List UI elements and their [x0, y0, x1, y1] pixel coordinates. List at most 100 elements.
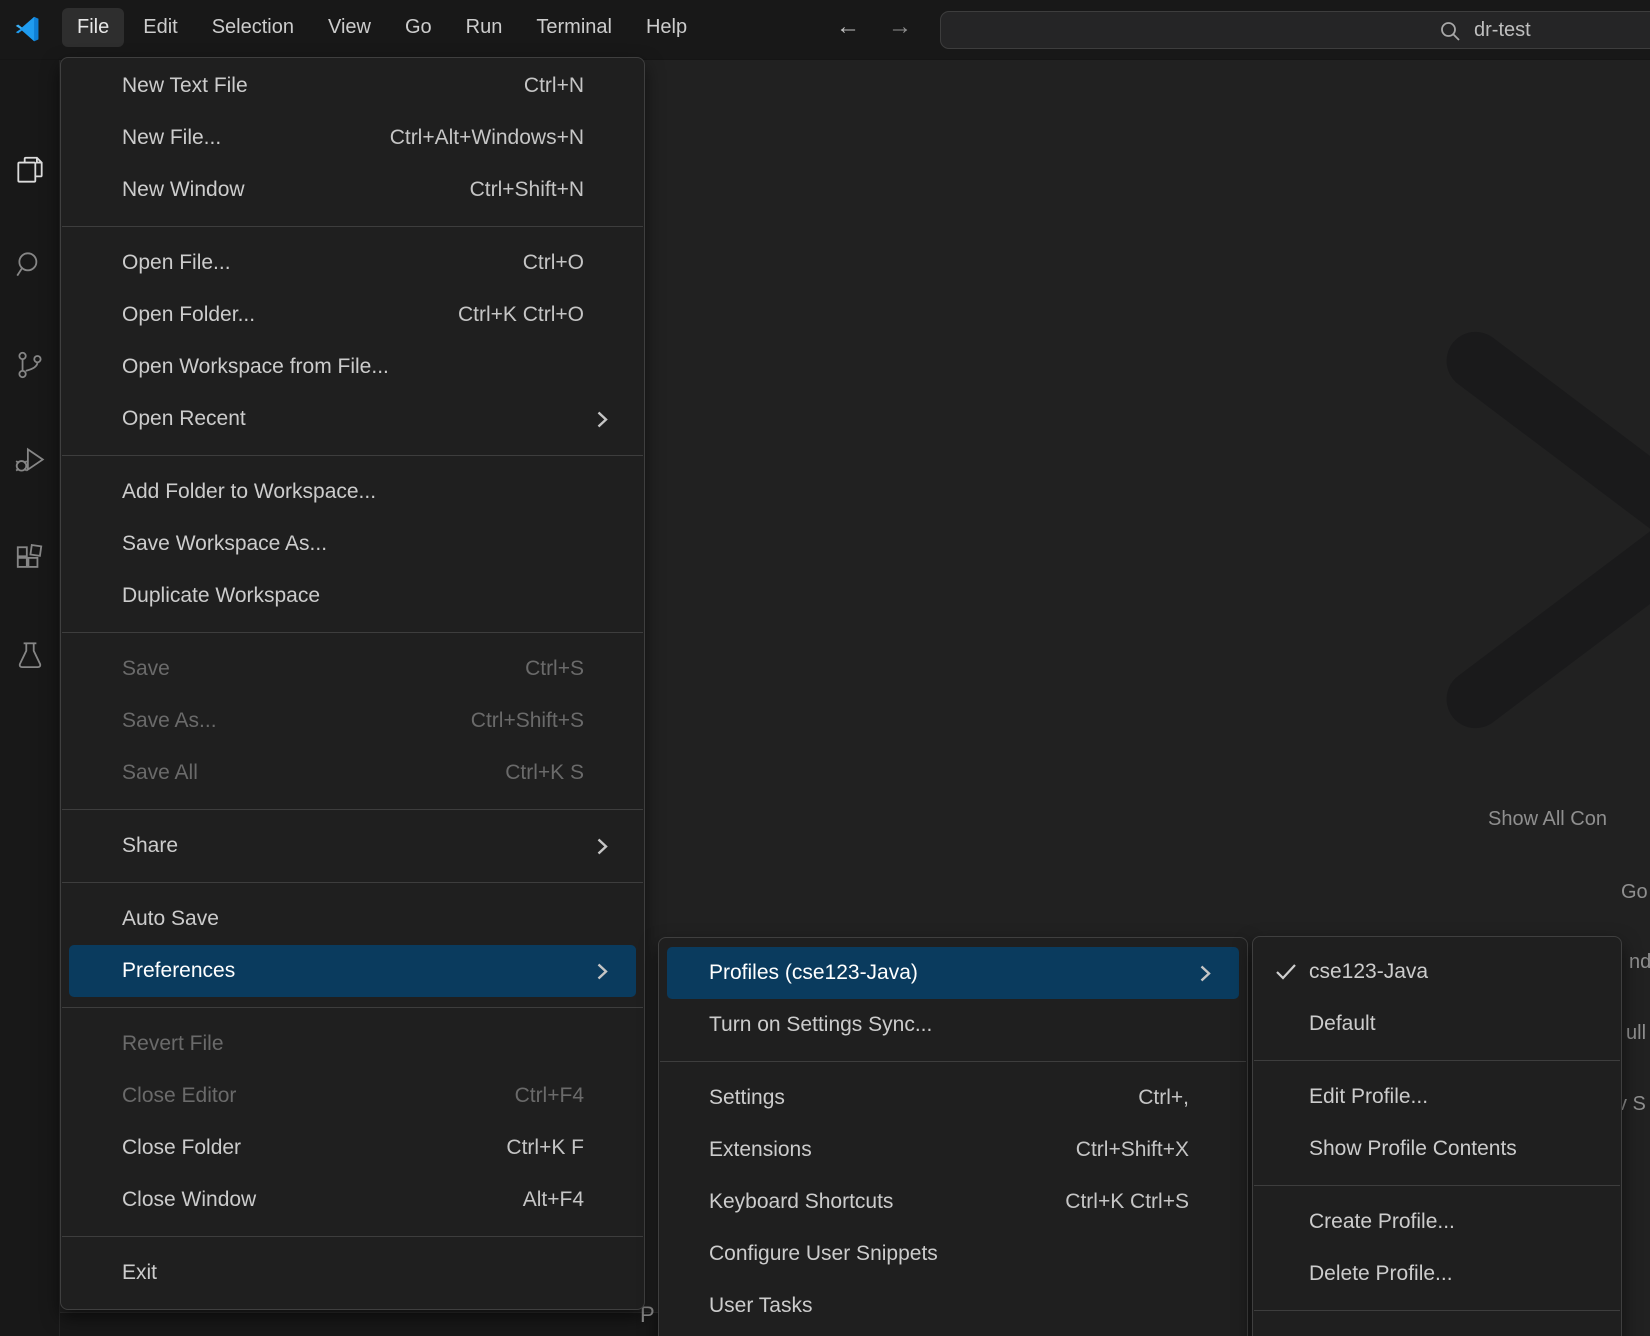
menu-item-edit-profile[interactable]: Edit Profile...	[1261, 1071, 1613, 1123]
menu-item-new-file[interactable]: New File... Ctrl+Alt+Windows+N	[69, 112, 636, 164]
profiles-submenu: cse123-JavaDefault Edit Profile...Show Pr…	[1252, 936, 1622, 1336]
command-center-search[interactable]: dr-test	[940, 11, 1650, 49]
menu-item-save-workspace-as[interactable]: Save Workspace As...	[69, 518, 636, 570]
menu-item-close-folder[interactable]: Close FolderCtrl+K F	[69, 1122, 636, 1174]
menu-item-shortcut: Ctrl+K Ctrl+S	[1065, 1190, 1189, 1214]
menu-item-shortcut: Ctrl+Shift+S	[471, 709, 584, 733]
menu-item-shortcut: Ctrl+Shift+N	[470, 178, 584, 202]
menubar-item-run[interactable]: Run	[451, 8, 518, 47]
menu-item-delete-profile[interactable]: Delete Profile...	[1261, 1248, 1613, 1300]
chevron-right-icon	[1199, 963, 1212, 990]
menubar: FileEditSelectionViewGoRunTerminalHelp	[62, 8, 702, 47]
menu-item-shortcut: Ctrl+N	[524, 74, 584, 98]
activity-run-debug-icon[interactable]	[13, 443, 47, 477]
menu-separator	[62, 1236, 643, 1237]
menubar-item-edit[interactable]: Edit	[128, 8, 192, 47]
menu-separator	[660, 1061, 1246, 1062]
menu-item-close-editor: Close Editor Ctrl+F4	[69, 1070, 636, 1122]
menu-item-extensions[interactable]: Extensions Ctrl+Shift+X	[667, 1124, 1239, 1176]
menu-separator	[1254, 1060, 1620, 1061]
menu-item-show-profile-contents[interactable]: Show Profile Contents	[1261, 1123, 1613, 1175]
menubar-item-go[interactable]: Go	[390, 8, 447, 47]
activity-extensions-icon[interactable]	[13, 543, 47, 577]
menu-item-new-window[interactable]: New Window Ctrl+Shift+N	[69, 164, 636, 216]
menubar-item-view[interactable]: View	[313, 8, 386, 47]
menu-item-open-file[interactable]: Open File... Ctrl+O	[69, 237, 636, 289]
activity-bar	[0, 60, 60, 1336]
menu-item-shortcut: Ctrl+,	[1138, 1086, 1189, 1110]
menu-item-configure-user-snippets[interactable]: Configure User Snippets	[667, 1228, 1239, 1280]
menu-item-close-window[interactable]: Close Window Alt+F4	[69, 1174, 636, 1226]
chevron-right-icon	[596, 409, 609, 436]
menu-item-share[interactable]: Share	[69, 820, 636, 872]
menu-item-keyboard-shortcuts[interactable]: Keyboard Shortcuts Ctrl+K Ctrl+S	[667, 1176, 1239, 1228]
menu-item-label: Extensions	[709, 1138, 812, 1162]
activity-source-control-icon[interactable]	[13, 348, 47, 382]
activity-explorer-files-icon[interactable]	[13, 153, 47, 187]
menu-item-shortcut: Ctrl+F4	[515, 1084, 584, 1108]
file-menu: New Text FileCtrl+N New File... Ctrl+Alt+W…	[60, 57, 645, 1310]
menu-item-save: SaveCtrl+S	[69, 643, 636, 695]
menu-item-label: Open Workspace from File...	[122, 355, 389, 379]
nav-back-arrow[interactable]: ←	[836, 13, 860, 41]
menu-item-label: Close Editor	[122, 1084, 236, 1108]
menubar-item-selection[interactable]: Selection	[197, 8, 309, 47]
menu-item-shortcut: Ctrl+Shift+X	[1076, 1138, 1189, 1162]
menu-item-new-text-file[interactable]: New Text FileCtrl+N	[69, 60, 636, 112]
menu-item-label: Keyboard Shortcuts	[709, 1190, 893, 1214]
menu-item-label: New File...	[122, 126, 221, 150]
menu-item-shortcut: Alt+F4	[523, 1188, 584, 1212]
menu-separator	[62, 882, 643, 883]
menu-separator	[62, 1007, 643, 1008]
menu-item-label: Share	[122, 834, 178, 858]
menu-item-settings[interactable]: Settings Ctrl+,	[667, 1072, 1239, 1124]
menu-item-save-as: Save As... Ctrl+Shift+S	[69, 695, 636, 747]
menu-item-preferences[interactable]: Preferences	[69, 945, 636, 997]
chevron-right-icon	[596, 961, 609, 988]
menu-item-label: Configure User Snippets	[709, 1242, 938, 1266]
menu-item-label: Delete Profile...	[1309, 1262, 1453, 1286]
menu-item-profiles-cse123-java[interactable]: Profiles (cse123-Java)	[667, 947, 1239, 999]
menu-item-label: Close Folder	[122, 1136, 241, 1160]
menu-item-turn-on-settings-sync[interactable]: Turn on Settings Sync...	[667, 999, 1239, 1051]
menu-item-add-folder-to-workspace[interactable]: Add Folder to Workspace...	[69, 466, 636, 518]
menu-item-label: Save As...	[122, 709, 217, 733]
nav-forward-arrow[interactable]: →	[888, 13, 912, 41]
menu-item-duplicate-workspace[interactable]: Duplicate Workspace	[69, 570, 636, 622]
menu-item-open-recent[interactable]: Open Recent	[69, 393, 636, 445]
vscode-logo-icon	[13, 14, 43, 44]
menu-item-label: Revert File	[122, 1032, 224, 1056]
activity-testing-beaker-icon[interactable]	[13, 638, 47, 672]
menu-item-exit[interactable]: Exit	[69, 1247, 636, 1299]
menu-item-label: Save	[122, 657, 170, 681]
menu-item-shortcut: Ctrl+O	[523, 251, 584, 275]
menu-separator	[62, 226, 643, 227]
menu-item-shortcut: Ctrl+Alt+Windows+N	[390, 126, 584, 150]
menu-item-label: Open File...	[122, 251, 231, 275]
menubar-item-file[interactable]: File	[62, 8, 124, 47]
menu-item-cse123-java[interactable]: cse123-Java	[1261, 946, 1613, 998]
menu-item-label: Settings	[709, 1086, 785, 1110]
menu-item-default[interactable]: Default	[1261, 998, 1613, 1050]
menu-item-revert-file: Revert File	[69, 1018, 636, 1070]
search-icon	[1439, 20, 1461, 42]
menu-item-auto-save[interactable]: Auto Save	[69, 893, 636, 945]
menu-item-label: Preferences	[122, 959, 235, 983]
menu-item-open-workspace-from-file[interactable]: Open Workspace from File...	[69, 341, 636, 393]
menubar-item-help[interactable]: Help	[631, 8, 702, 47]
menu-item-label: Close Window	[122, 1188, 256, 1212]
preferences-submenu: Profiles (cse123-Java) Turn on Settings S…	[658, 937, 1248, 1336]
checkmark-icon	[1274, 961, 1298, 989]
watermark-text-fragment: nd	[1629, 951, 1650, 974]
watermark-text-fragment: Show All Con	[1488, 808, 1607, 831]
menu-item-label: Turn on Settings Sync...	[709, 1013, 932, 1037]
menu-item-open-folder[interactable]: Open Folder...Ctrl+K Ctrl+O	[69, 289, 636, 341]
menu-item-create-profile[interactable]: Create Profile...	[1261, 1196, 1613, 1248]
menubar-item-terminal[interactable]: Terminal	[521, 8, 627, 47]
menu-item-label: Save All	[122, 761, 198, 785]
activity-search-icon[interactable]	[13, 248, 47, 282]
menu-item-user-tasks[interactable]: User Tasks	[667, 1280, 1239, 1332]
menu-item-save-all: Save AllCtrl+K S	[69, 747, 636, 799]
menu-item-label: New Window	[122, 178, 245, 202]
menu-item-label: User Tasks	[709, 1294, 812, 1318]
